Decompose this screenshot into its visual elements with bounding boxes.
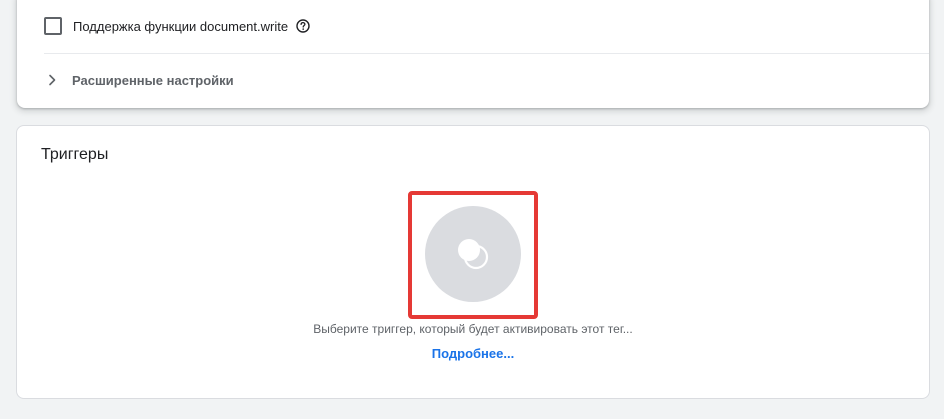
add-trigger-button[interactable] — [425, 206, 521, 302]
triggers-card: Триггеры Выберите триггер, который будет… — [16, 125, 930, 399]
chevron-right-icon — [44, 72, 60, 88]
docwrite-label[interactable]: Поддержка функции document.write — [73, 19, 288, 34]
advanced-settings-toggle[interactable]: Расширенные настройки — [44, 70, 234, 90]
learn-more-link[interactable]: Подробнее... — [17, 346, 929, 361]
tag-settings-card: Поддержка функции document.write Расшире… — [17, 0, 929, 108]
docwrite-checkbox[interactable] — [44, 17, 62, 35]
trigger-hint-text: Выберите триггер, который будет активиро… — [313, 322, 633, 336]
help-circle-icon[interactable] — [296, 19, 310, 33]
triggers-title: Триггеры — [41, 146, 109, 163]
advanced-settings-label: Расширенные настройки — [72, 72, 234, 88]
divider — [44, 53, 929, 54]
docwrite-option: Поддержка функции document.write — [44, 17, 310, 35]
trigger-icon — [451, 232, 495, 276]
